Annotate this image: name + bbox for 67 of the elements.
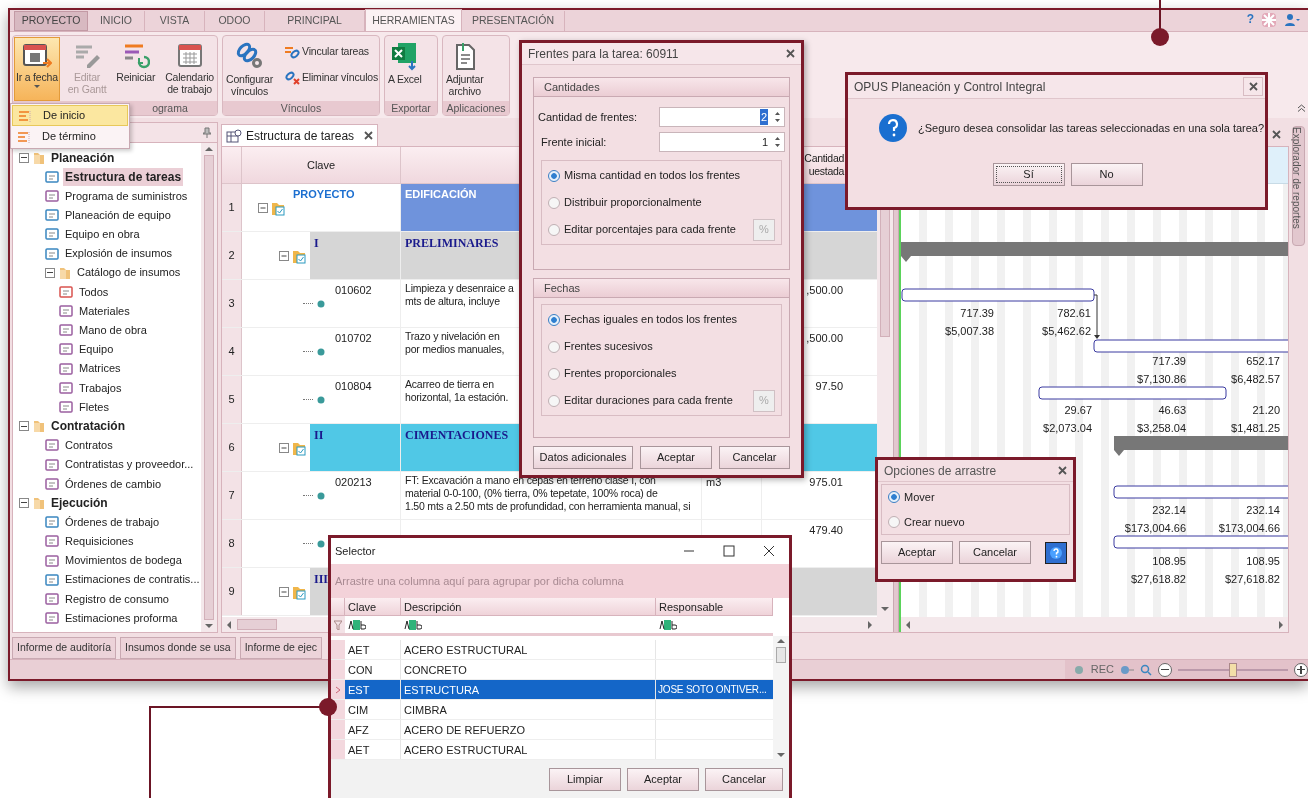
quantity-label: 232.14 <box>1246 503 1280 518</box>
section-title: Fechas <box>534 279 789 298</box>
row-number: 3 <box>222 280 242 327</box>
cost-label: $27,618.82 <box>1224 572 1280 587</box>
table-cell: II <box>310 424 401 471</box>
quantity-label: 717.39 <box>960 306 994 321</box>
quantity-label: 108.95 <box>1246 554 1280 569</box>
cost-label: $5,007.38 <box>945 324 994 339</box>
table-cell: CONCRETO <box>401 660 656 679</box>
row-number: 7 <box>222 472 242 519</box>
ribbon-group-label: Vínculos <box>223 101 379 115</box>
row-number: 4 <box>222 328 242 375</box>
table-cell: I <box>310 232 401 279</box>
table-cell: AET <box>345 640 401 659</box>
row-number: 6 <box>222 424 242 471</box>
table-cell: EST <box>345 680 401 699</box>
dialog-title: OPUS Planeación y Control Integral <box>854 78 1046 96</box>
quantity-value: 479.40 <box>809 524 843 536</box>
quantity-label: 108.95 <box>1152 554 1186 569</box>
cost-label: $6,482.57 <box>1231 372 1280 387</box>
tab-label: Estructura de tareas <box>246 127 355 145</box>
cost-label: $5,462.62 <box>1042 324 1091 339</box>
table-cell: PROYECTO <box>289 184 401 231</box>
dialog-message: ¿Seguro desea consolidar las tareas seleccionadas en una sola tarea? <box>918 120 1265 136</box>
quantity-label: 29.67 <box>1064 403 1092 418</box>
window-title: Selector <box>335 543 377 559</box>
cost-label: $3,258.04 <box>1137 421 1186 436</box>
quantity-label: 232.14 <box>1152 503 1186 518</box>
row-number: 2 <box>222 232 242 279</box>
row-number: 8 <box>222 520 242 567</box>
table-cell: ACERO ESTRUCTURAL <box>401 640 656 659</box>
quantity-label: 21.20 <box>1252 403 1280 418</box>
table-cell: AET <box>345 740 401 759</box>
quantity-value: ,500.00 <box>806 332 843 344</box>
ribbon-group-label: Aplicaciones <box>443 101 509 115</box>
table-cell: AFZ <box>345 720 401 739</box>
row-number: 9 <box>222 568 242 615</box>
table-cell: CIM <box>345 700 401 719</box>
cost-label: $2,073.04 <box>1043 421 1092 436</box>
quantity-label: 652.17 <box>1246 354 1280 369</box>
cost-label: $7,130.86 <box>1137 372 1186 387</box>
cost-label: $27,618.82 <box>1130 572 1186 587</box>
group-panel: Arrastre una columna aquí para agrupar por dicha columna <box>331 564 789 598</box>
table-cell-text: JOSE SOTO ONTIVER... <box>657 683 768 697</box>
quantity-label: 717.39 <box>1152 354 1186 369</box>
row-number: 1 <box>222 184 242 231</box>
section-title: Cantidades <box>534 78 789 97</box>
quantity-value: 97.50 <box>815 380 843 392</box>
dialog-title: Frentes para la tarea: 60911 <box>528 45 679 63</box>
quantity-value: ,500.00 <box>806 284 843 296</box>
cost-label: $1,481.25 <box>1231 421 1280 436</box>
row-number: 5 <box>222 376 242 423</box>
dialog-title: Opciones de arrastre <box>884 462 997 480</box>
table-cell: ESTRUCTURA <box>401 680 656 699</box>
field-label: Frente inicial: <box>541 134 607 150</box>
table-cell: ACERO DE REFUERZO <box>401 720 656 739</box>
quantity-label: 46.63 <box>1158 403 1186 418</box>
ribbon-group-label: Exportar <box>385 101 437 115</box>
field-label: Cantidad de frentes: <box>538 109 638 125</box>
cost-label: $173,004.66 <box>1124 521 1186 536</box>
table-cell: CON <box>345 660 401 679</box>
table-cell: ACERO ESTRUCTURAL <box>401 740 656 759</box>
quantity-value: 975.01 <box>809 476 843 488</box>
table-cell: CIMBRA <box>401 700 656 719</box>
cost-label: $173,004.66 <box>1218 521 1280 536</box>
rec-label: REC <box>1090 662 1114 678</box>
quantity-label: 782.61 <box>1057 306 1091 321</box>
